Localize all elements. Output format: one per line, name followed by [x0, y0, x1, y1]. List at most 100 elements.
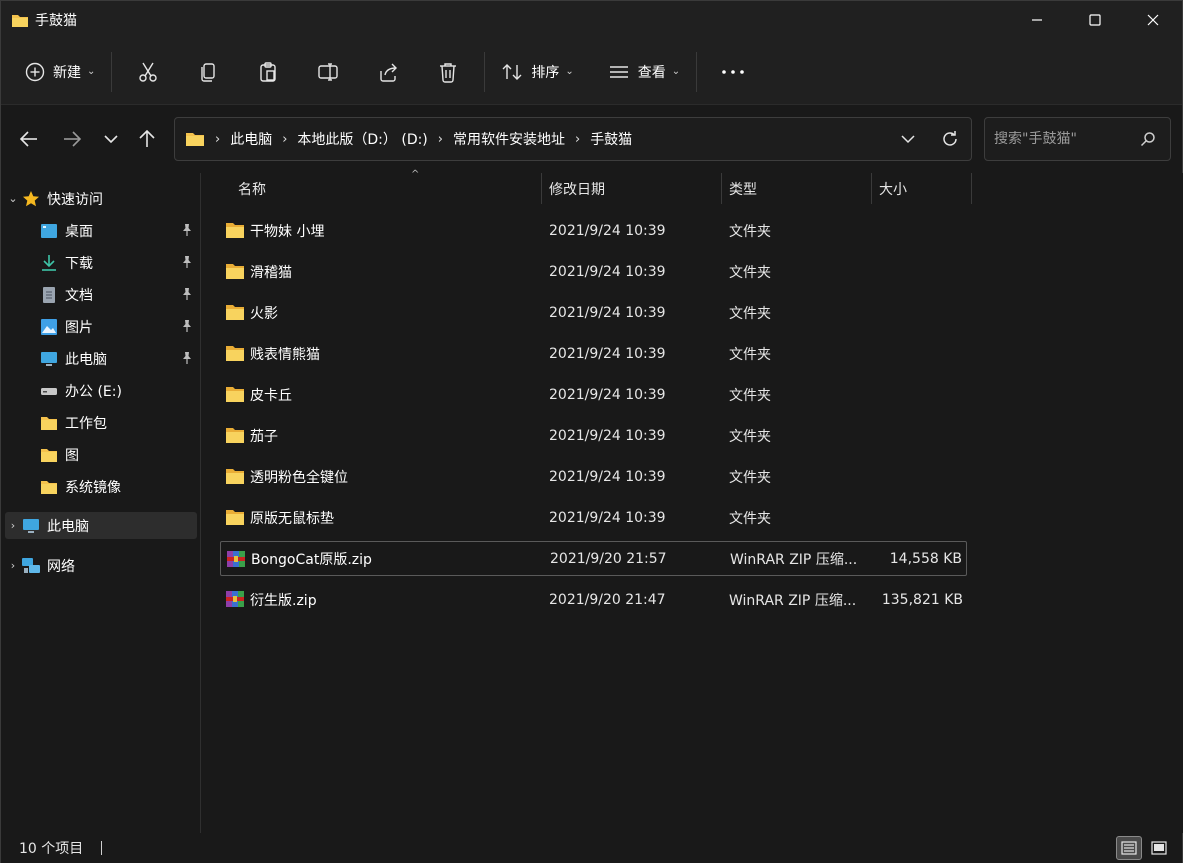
sidebar-item-quick-access[interactable]: ⌄ 快速访问 — [5, 185, 197, 212]
maximize-button[interactable] — [1066, 1, 1124, 39]
sidebar-item-label: 图片 — [65, 319, 93, 336]
pin-icon[interactable] — [181, 223, 193, 241]
minimize-button[interactable] — [1008, 1, 1066, 39]
file-type: 文件夹 — [729, 387, 771, 404]
sidebar-item-label: 网络 — [47, 558, 75, 575]
table-row[interactable]: 火影 2021/9/24 10:39 文件夹 — [220, 295, 967, 330]
file-name: 衍生版.zip — [250, 592, 317, 609]
table-row[interactable]: 皮卡丘 2021/9/24 10:39 文件夹 — [220, 377, 967, 412]
sidebar-item-system-images[interactable]: 系统镜像 — [5, 473, 197, 500]
plus-circle-icon — [25, 62, 45, 81]
sidebar-item-downloads[interactable]: 下载 — [5, 249, 197, 276]
file-size: 14,558 KB — [889, 550, 962, 567]
arrow-up-icon — [139, 130, 155, 147]
sidebar-item-label: 文档 — [65, 287, 93, 304]
table-row[interactable]: BongoCat原版.zip 2021/9/20 21:57 WinRAR ZIP … — [220, 541, 967, 576]
toolbar-divider — [111, 51, 113, 92]
title-bar[interactable]: 手鼓猫 — [1, 1, 1182, 39]
new-button[interactable]: 新建 ⌄ — [15, 50, 105, 94]
share-button[interactable] — [358, 50, 418, 94]
view-button[interactable]: 查看 ⌄ — [598, 50, 690, 94]
breadcrumb-this-pc[interactable]: 此电脑 — [230, 129, 272, 149]
back-button[interactable] — [12, 122, 46, 156]
table-row[interactable]: 干物妹 小埋 2021/9/24 10:39 文件夹 — [220, 213, 967, 248]
column-header-type[interactable]: 类型 — [722, 173, 872, 204]
sidebar-item-network[interactable]: › 网络 — [5, 552, 197, 579]
breadcrumb-drive-d[interactable]: 本地此版（D:） (D:) — [297, 129, 427, 149]
clipboard-icon — [260, 61, 277, 82]
address-history-button[interactable] — [887, 118, 929, 160]
toolbar-divider — [484, 51, 486, 92]
table-row[interactable]: 原版无鼠标垫 2021/9/24 10:39 文件夹 — [220, 500, 967, 535]
file-date: 2021/9/24 10:39 — [549, 427, 666, 444]
status-bar: 10 个项目 — [1, 833, 1182, 863]
copy-button[interactable] — [178, 50, 238, 94]
file-date: 2021/9/24 10:39 — [549, 263, 666, 280]
sidebar-item-desktop[interactable]: 桌面 — [5, 217, 197, 244]
chevron-right-icon[interactable]: › — [5, 559, 21, 572]
file-type: 文件夹 — [729, 428, 771, 445]
paste-button[interactable] — [238, 50, 298, 94]
search-icon[interactable] — [1140, 131, 1156, 151]
column-header-date[interactable]: 修改日期 — [542, 173, 722, 204]
sidebar-item-images-folder[interactable]: 图 — [5, 441, 197, 468]
column-header-name[interactable]: ^ 名称 — [231, 169, 542, 204]
chevron-down-icon[interactable]: ⌄ — [5, 192, 21, 205]
address-bar[interactable]: › 此电脑 › 本地此版（D:） (D:) › 常用软件安装地址 › 手鼓猫 — [174, 117, 972, 161]
file-name: 原版无鼠标垫 — [250, 510, 334, 527]
sidebar-item-label: 快速访问 — [47, 191, 103, 208]
folder-icon — [225, 508, 245, 526]
breadcrumb-software-folder[interactable]: 常用软件安装地址 — [453, 129, 565, 149]
sort-button[interactable]: 排序 ⌄ — [491, 50, 583, 94]
file-name: 皮卡丘 — [250, 387, 292, 404]
status-divider — [101, 841, 103, 855]
sidebar-item-drive-e[interactable]: 办公 (E:) — [5, 377, 197, 404]
breadcrumb-separator: › — [215, 131, 221, 147]
file-name: 火影 — [250, 305, 278, 322]
breadcrumb-separator[interactable]: › — [282, 132, 287, 147]
refresh-button[interactable] — [929, 118, 971, 160]
sidebar-item-this-pc-pinned[interactable]: 此电脑 — [5, 345, 197, 372]
sort-ascending-icon: ^ — [411, 169, 420, 180]
large-icons-view-button[interactable] — [1146, 836, 1172, 860]
more-options-button[interactable] — [703, 50, 763, 94]
sidebar-item-label: 图 — [65, 447, 79, 464]
forward-button[interactable] — [55, 122, 89, 156]
sidebar-item-pictures[interactable]: 图片 — [5, 313, 197, 340]
cut-button[interactable] — [118, 50, 178, 94]
recent-locations-button[interactable] — [94, 122, 128, 156]
breadcrumb-separator[interactable]: › — [575, 132, 580, 147]
details-view-button[interactable] — [1116, 836, 1142, 860]
table-row[interactable]: 茄子 2021/9/24 10:39 文件夹 — [220, 418, 967, 453]
column-header-size[interactable]: 大小 — [872, 173, 972, 204]
up-button[interactable] — [130, 122, 164, 156]
table-row[interactable]: 贱表情熊猫 2021/9/24 10:39 文件夹 — [220, 336, 967, 371]
sidebar-item-label: 工作包 — [65, 415, 107, 432]
file-name: BongoCat原版.zip — [251, 551, 372, 568]
rename-button[interactable] — [298, 50, 358, 94]
delete-button[interactable] — [418, 50, 478, 94]
folder-icon — [225, 344, 245, 362]
sidebar-item-documents[interactable]: 文档 — [5, 281, 197, 308]
table-row[interactable]: 滑稽猫 2021/9/24 10:39 文件夹 — [220, 254, 967, 289]
pin-icon[interactable] — [181, 319, 193, 337]
file-name: 茄子 — [250, 428, 278, 445]
pin-icon[interactable] — [181, 351, 193, 369]
table-row[interactable]: 透明粉色全键位 2021/9/24 10:39 文件夹 — [220, 459, 967, 494]
file-date: 2021/9/24 10:39 — [549, 304, 666, 321]
pin-icon[interactable] — [181, 255, 193, 273]
sidebar-item-work-package[interactable]: 工作包 — [5, 409, 197, 436]
search-input[interactable] — [994, 131, 1134, 147]
file-type: WinRAR ZIP 压缩... — [729, 592, 857, 609]
breadcrumb-current-folder[interactable]: 手鼓猫 — [590, 129, 632, 149]
sidebar-item-this-pc[interactable]: › 此电脑 — [5, 512, 197, 539]
search-box[interactable] — [984, 117, 1171, 161]
table-row[interactable]: 衍生版.zip 2021/9/20 21:47 WinRAR ZIP 压缩... 13… — [220, 582, 967, 617]
pin-icon[interactable] — [181, 287, 193, 305]
breadcrumb-separator[interactable]: › — [438, 132, 443, 147]
toolbar-divider — [696, 51, 698, 92]
chevron-right-icon[interactable]: › — [5, 519, 21, 532]
folder-icon — [225, 303, 245, 321]
copy-icon — [201, 62, 216, 82]
close-button[interactable] — [1124, 1, 1182, 39]
